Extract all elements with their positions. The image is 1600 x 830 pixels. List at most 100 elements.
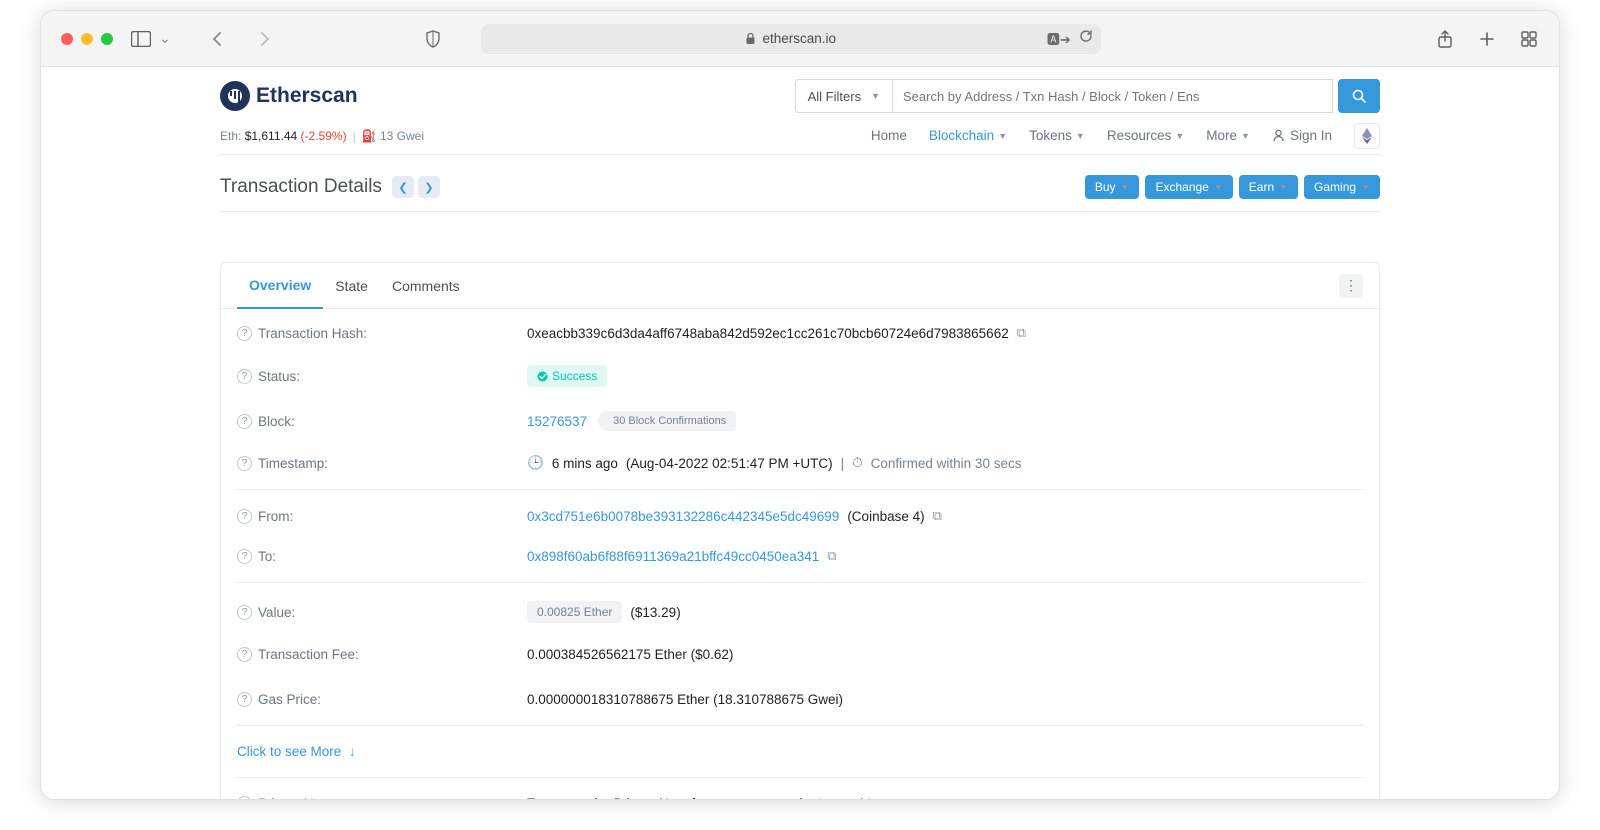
buy-button[interactable]: Buy▼: [1085, 175, 1140, 199]
confirmed-in: Confirmed within 30 secs: [871, 456, 1022, 471]
block-link[interactable]: 15276537: [527, 414, 587, 429]
tab-state[interactable]: State: [323, 264, 380, 308]
earn-button[interactable]: Earn▼: [1239, 175, 1298, 199]
share-icon[interactable]: [1435, 29, 1455, 49]
close-window-button[interactable]: [61, 33, 73, 45]
copy-icon[interactable]: ⧉: [933, 508, 942, 524]
exchange-button[interactable]: Exchange▼: [1145, 175, 1232, 199]
sidebar-toggle-icon[interactable]: [131, 29, 151, 49]
clock-icon: 🕒: [527, 455, 544, 471]
search-button[interactable]: [1338, 79, 1380, 113]
status-badge: Success: [527, 365, 607, 387]
row-to: ?To: 0x898f60ab6f88f6911369a21bffc49cc04…: [237, 536, 1363, 576]
chevron-down-icon: ▼: [1175, 131, 1184, 141]
window-controls: [61, 33, 113, 45]
chevron-down-icon: ▼: [1214, 182, 1223, 192]
tab-more-button[interactable]: ⋮: [1339, 274, 1363, 298]
back-button[interactable]: [207, 29, 227, 49]
copy-icon[interactable]: ⧉: [827, 548, 836, 564]
search-input[interactable]: [893, 79, 1333, 113]
arrow-down-icon: ↓: [349, 744, 356, 759]
separator: |: [353, 129, 356, 143]
minimize-window-button[interactable]: [81, 33, 93, 45]
url-text: etherscan.io: [762, 31, 836, 46]
page-title: Transaction Details: [220, 176, 382, 198]
confirmations-badge: 30 Block Confirmations: [603, 411, 736, 431]
from-name: (Coinbase 4): [847, 509, 924, 524]
to-address-link[interactable]: 0x898f60ab6f88f6911369a21bffc49cc0450ea3…: [527, 549, 819, 564]
help-icon[interactable]: ?: [237, 369, 252, 384]
chevron-down-icon: ▼: [1076, 131, 1085, 141]
row-value: ?Value: 0.00825 Ether ($13.29): [237, 589, 1363, 635]
ethereum-icon: [1362, 128, 1372, 144]
login-link[interactable]: Logged In: [818, 796, 878, 799]
help-icon[interactable]: ?: [237, 456, 252, 471]
row-from: ?From: 0x3cd751e6b0078be393132286c442345…: [237, 496, 1363, 536]
help-icon[interactable]: ?: [237, 605, 252, 620]
value-eth: 0.00825 Ether: [527, 601, 622, 623]
etherscan-logo-icon: [220, 81, 250, 111]
maximize-window-button[interactable]: [101, 33, 113, 45]
chevron-down-icon[interactable]: ⌄: [159, 30, 171, 47]
row-gas: ?Gas Price: 0.000000018310788675 Ether (…: [237, 674, 1363, 719]
nav-more[interactable]: More▼: [1206, 128, 1250, 143]
search-filter-select[interactable]: All Filters ▼: [795, 79, 893, 113]
user-icon: [1272, 129, 1285, 142]
reload-icon[interactable]: [1079, 29, 1093, 48]
brand-logo[interactable]: Etherscan: [220, 81, 358, 111]
nav-resources[interactable]: Resources▼: [1107, 128, 1184, 143]
see-more-link[interactable]: Click to see More ↓: [237, 744, 356, 759]
brand-name: Etherscan: [256, 84, 358, 108]
new-tab-icon[interactable]: [1477, 29, 1497, 49]
row-fee: ?Transaction Fee: 0.000384526562175 Ethe…: [237, 635, 1363, 674]
next-tx-button[interactable]: ❯: [418, 176, 440, 198]
nav-home[interactable]: Home: [871, 128, 907, 143]
chevron-down-icon: ▼: [1121, 182, 1130, 192]
signin-link[interactable]: Sign In: [1272, 128, 1332, 143]
tx-hash: 0xeacbb339c6d3da4aff6748aba842d592ec1cc2…: [527, 326, 1009, 341]
value-usd: ($13.29): [630, 605, 680, 620]
eth-network-button[interactable]: [1354, 123, 1380, 149]
row-hash: ?Transaction Hash: 0xeacbb339c6d3da4aff6…: [237, 313, 1363, 353]
tab-overview[interactable]: Overview: [237, 263, 323, 309]
filter-label: All Filters: [808, 89, 861, 104]
row-see-more: Click to see More ↓: [237, 732, 1363, 771]
fee-text: 0.000384526562175 Ether ($0.62): [527, 647, 733, 662]
gas-text: 0.000000018310788675 Ether (18.310788675…: [527, 692, 843, 707]
url-bar[interactable]: etherscan.io 🅰︎➔: [481, 24, 1101, 54]
help-icon[interactable]: ?: [237, 326, 252, 341]
timestamp-ago: 6 mins ago: [552, 456, 618, 471]
nav-tokens[interactable]: Tokens▼: [1029, 128, 1085, 143]
note-text: To access the Private Note feature, you …: [527, 796, 878, 799]
help-icon[interactable]: ?: [237, 647, 252, 662]
tab-comments[interactable]: Comments: [380, 264, 472, 308]
help-icon[interactable]: ?: [237, 692, 252, 707]
search-icon: [1352, 89, 1366, 103]
tx-card: Overview State Comments ⋮ ?Transaction H…: [220, 262, 1380, 799]
copy-icon[interactable]: ⧉: [1017, 325, 1026, 341]
chevron-down-icon: ▼: [1279, 182, 1288, 192]
lock-icon: [745, 32, 756, 45]
help-icon[interactable]: ?: [237, 549, 252, 564]
gaming-button[interactable]: Gaming▼: [1304, 175, 1380, 199]
row-status: ?Status: Success: [237, 353, 1363, 399]
row-block: ?Block: 15276537 30 Block Confirmations: [237, 399, 1363, 443]
stopwatch-icon: ⏱: [852, 455, 863, 471]
chevron-down-icon: ▼: [1361, 182, 1370, 192]
shield-icon[interactable]: [423, 29, 443, 49]
from-address-link[interactable]: 0x3cd751e6b0078be393132286c442345e5dc496…: [527, 509, 839, 524]
gas-price: ⛽ 13 Gwei: [362, 129, 424, 143]
translate-icon[interactable]: 🅰︎➔: [1047, 29, 1071, 48]
tabs-grid-icon[interactable]: [1519, 29, 1539, 49]
chevron-down-icon: ▼: [1241, 131, 1250, 141]
help-icon[interactable]: ?: [237, 796, 252, 799]
browser-titlebar: ⌄ etherscan.io 🅰︎➔: [41, 11, 1559, 67]
nav-blockchain[interactable]: Blockchain▼: [929, 128, 1007, 143]
prev-tx-button[interactable]: ❮: [392, 176, 414, 198]
forward-button[interactable]: [255, 29, 275, 49]
help-icon[interactable]: ?: [237, 509, 252, 524]
help-icon[interactable]: ?: [237, 414, 252, 429]
browser-window: ⌄ etherscan.io 🅰︎➔: [40, 10, 1560, 800]
row-timestamp: ?Timestamp: 🕒 6 mins ago (Aug-04-2022 02…: [237, 443, 1363, 483]
row-private-note: ?Private Note: To access the Private Not…: [237, 784, 1363, 799]
